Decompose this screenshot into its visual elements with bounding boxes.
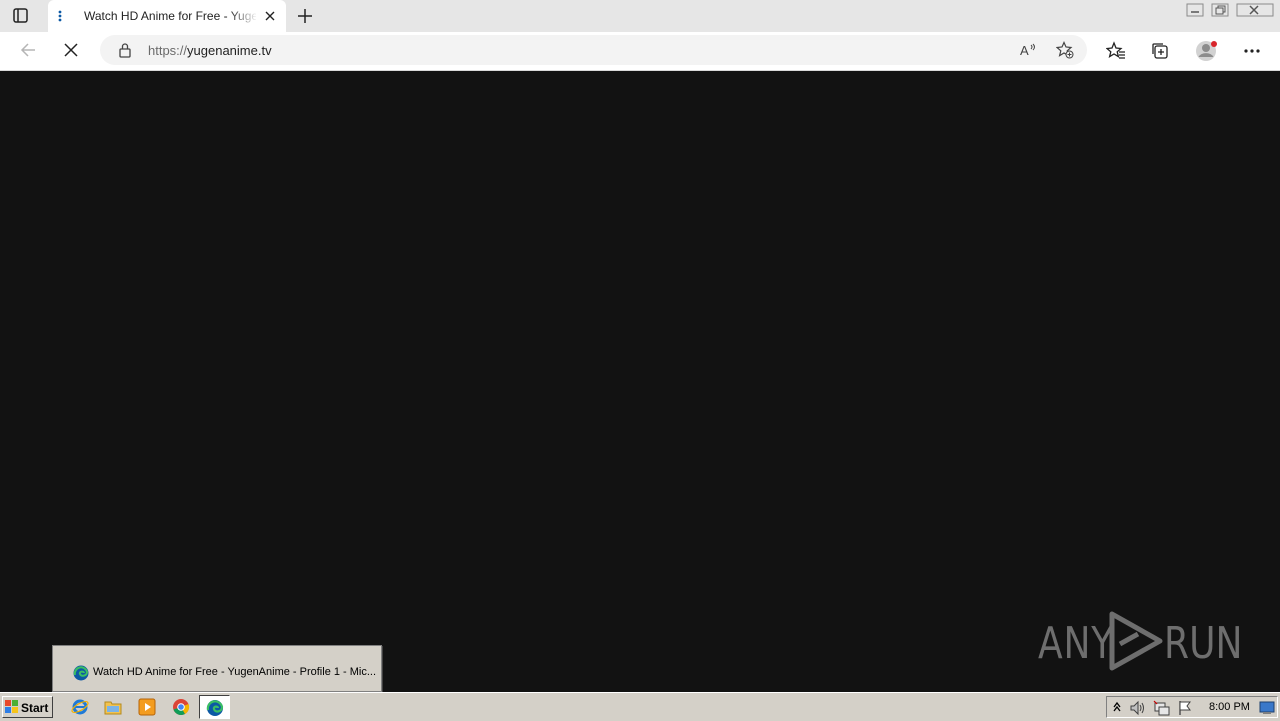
windows-logo-icon: [5, 700, 19, 714]
url-protocol: https://: [148, 43, 188, 58]
url-text[interactable]: https://yugenanime.tv: [148, 43, 272, 58]
tab-active[interactable]: Watch HD Anime for Free - YugenAnime: [48, 0, 286, 32]
show-desktop-icon[interactable]: [1259, 701, 1275, 715]
show-hidden-icons-icon[interactable]: [1112, 700, 1122, 714]
file-explorer-icon[interactable]: [104, 698, 122, 716]
collections-icon[interactable]: [1151, 42, 1169, 60]
taskbar: Start 8:00 PM: [0, 692, 1280, 721]
close-tab-icon[interactable]: [264, 10, 276, 22]
play-logo-icon: [1108, 610, 1164, 672]
profile-avatar[interactable]: [1195, 40, 1219, 62]
address-bar[interactable]: https://yugenanime.tv A: [100, 35, 1087, 65]
clock[interactable]: 8:00 PM: [1209, 701, 1250, 713]
loading-dots-icon: [58, 9, 62, 23]
media-player-icon[interactable]: [138, 698, 156, 716]
anyrun-watermark: ANY RUN: [1038, 606, 1242, 676]
navigation-bar: https://yugenanime.tv A: [0, 32, 1280, 71]
favorites-icon[interactable]: [1106, 41, 1126, 61]
network-icon[interactable]: [1153, 700, 1171, 716]
page-content: [0, 71, 1280, 692]
taskbar-window-preview[interactable]: Watch HD Anime for Free - YugenAnime - P…: [52, 645, 382, 692]
system-tray: 8:00 PM: [1106, 696, 1278, 718]
back-icon[interactable]: [19, 42, 37, 58]
lock-icon[interactable]: [118, 42, 132, 58]
svg-text:A: A: [1020, 43, 1029, 58]
taskbar-edge-button[interactable]: [199, 695, 230, 719]
url-domain: yugenanime.tv: [187, 43, 272, 58]
start-label: Start: [21, 701, 49, 715]
add-favorite-icon[interactable]: [1056, 41, 1074, 59]
restore-icon[interactable]: [1211, 3, 1229, 17]
start-button[interactable]: Start: [2, 696, 53, 718]
watermark-right-text: RUN: [1164, 618, 1243, 669]
tab-title-fade: [228, 0, 258, 32]
stop-loading-icon[interactable]: [63, 42, 79, 58]
watermark-left-text: ANY: [1038, 618, 1115, 669]
volume-icon[interactable]: [1129, 700, 1147, 716]
tab-actions-icon[interactable]: [12, 7, 30, 25]
edge-icon: [73, 665, 89, 681]
read-aloud-icon[interactable]: A: [1020, 42, 1038, 58]
more-menu-icon[interactable]: [1243, 48, 1261, 54]
close-window-icon[interactable]: [1236, 3, 1274, 17]
minimize-icon[interactable]: [1186, 3, 1204, 17]
action-center-flag-icon[interactable]: [1177, 700, 1193, 716]
window-preview-title: Watch HD Anime for Free - YugenAnime - P…: [93, 666, 377, 678]
chrome-icon[interactable]: [172, 698, 190, 716]
new-tab-icon[interactable]: [296, 7, 314, 25]
tab-strip: Watch HD Anime for Free - YugenAnime: [0, 0, 1280, 32]
edge-icon: [206, 699, 224, 717]
internet-explorer-icon[interactable]: [71, 698, 89, 716]
